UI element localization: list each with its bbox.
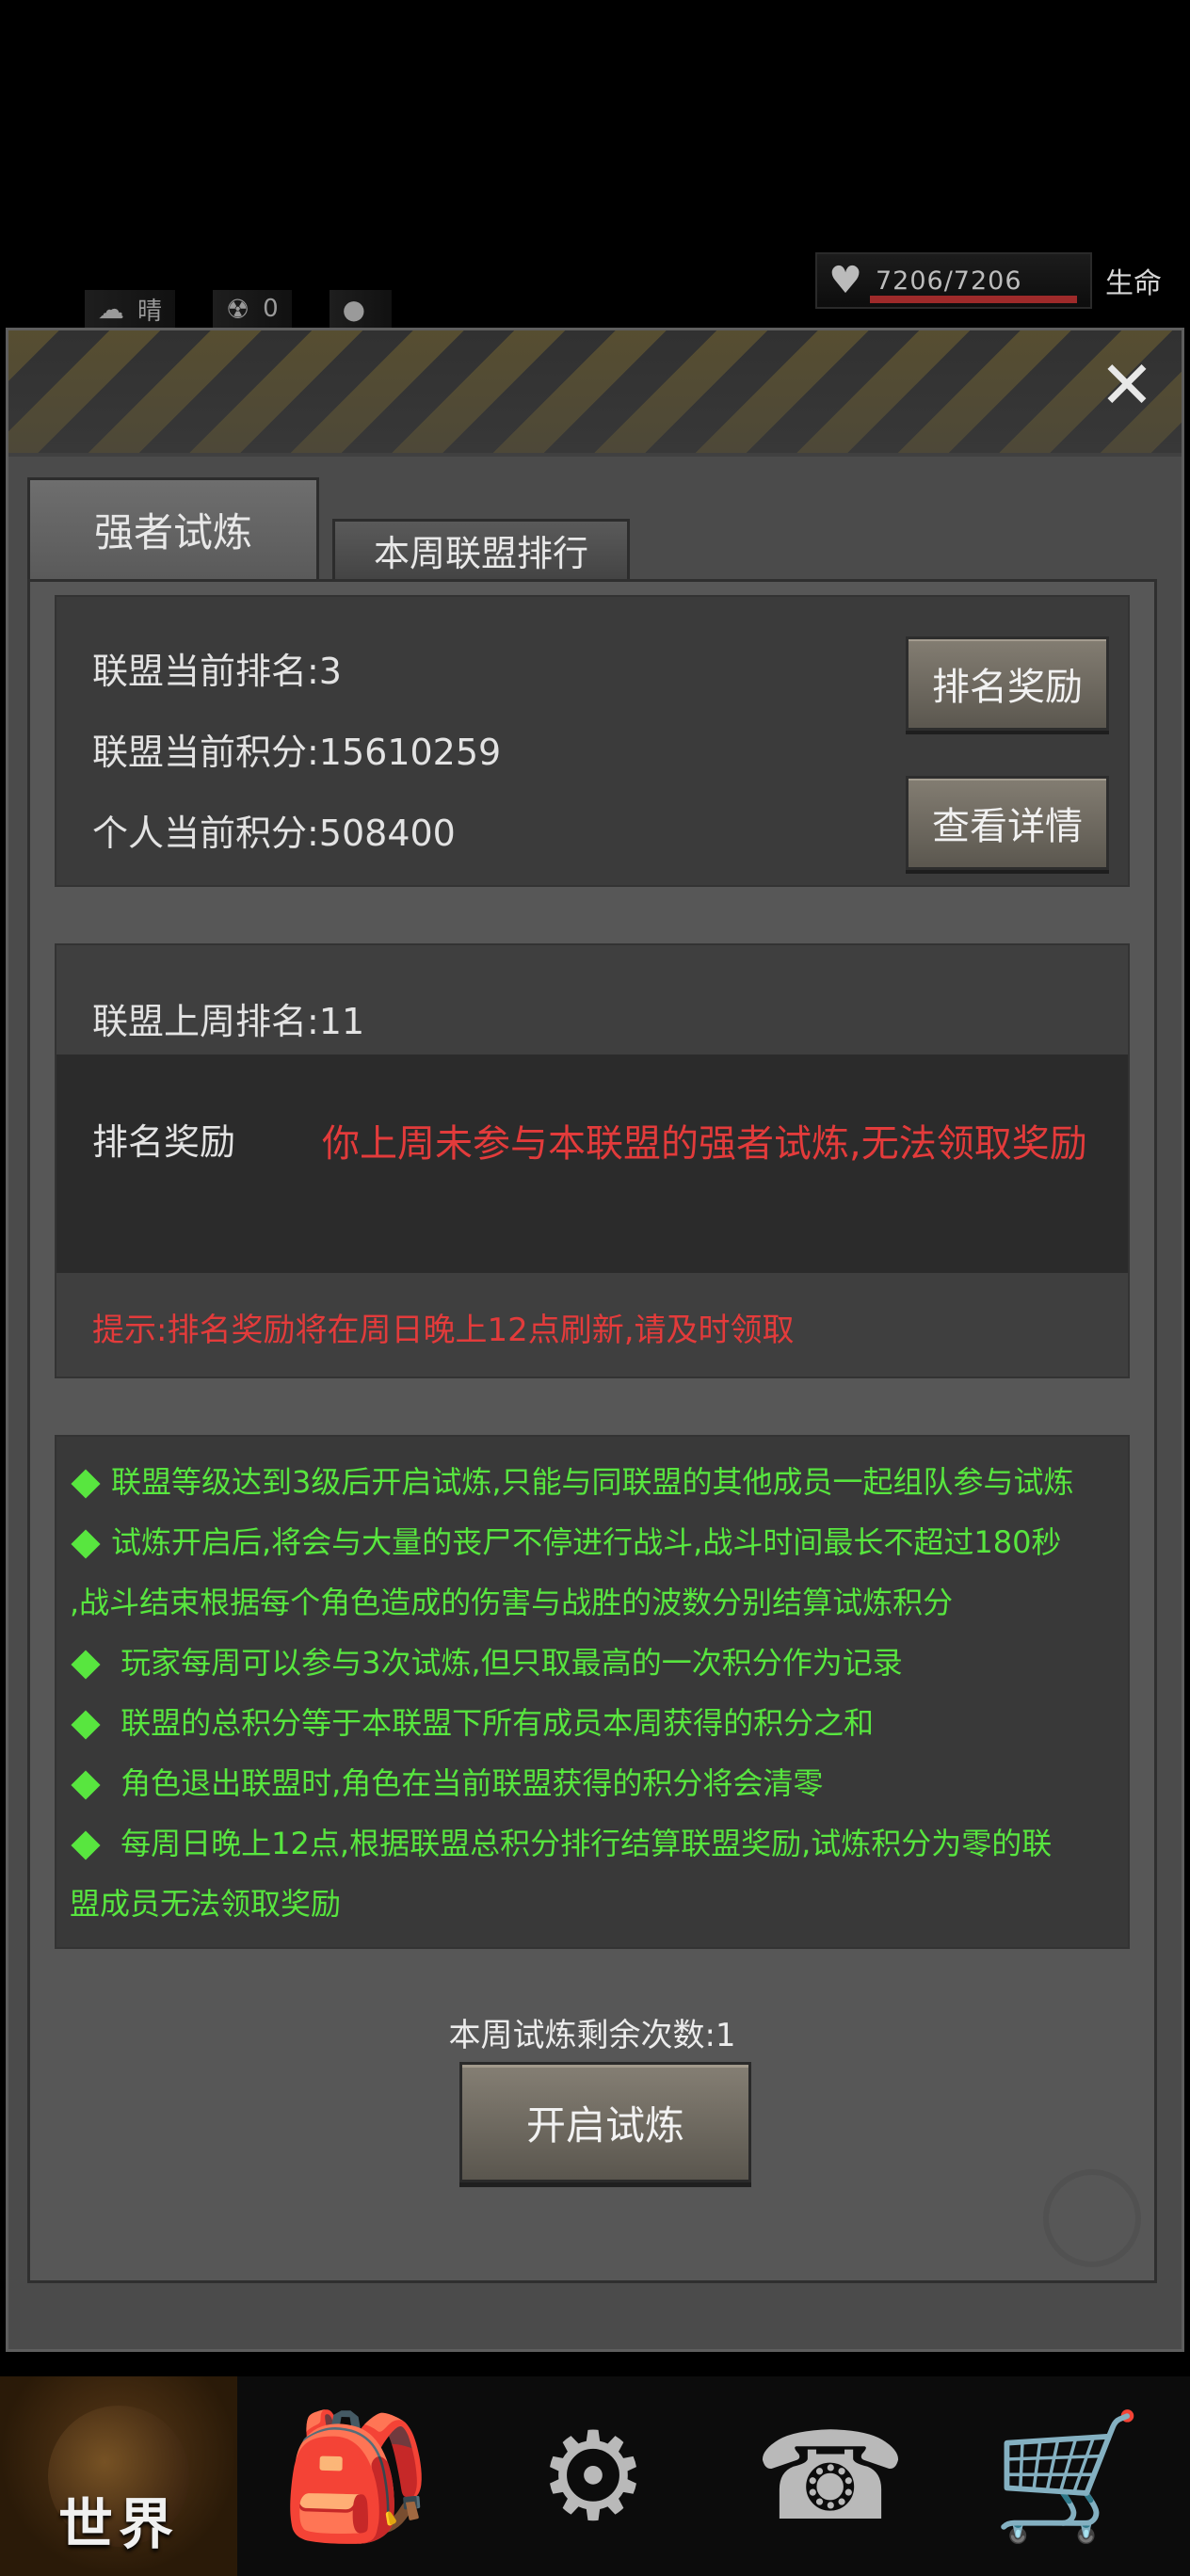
weather-status: ☁ 晴: [85, 290, 176, 328]
nav-world[interactable]: 世界: [0, 2376, 237, 2576]
reward-label: 排名奖励: [92, 1121, 236, 1163]
reward-message: 你上周未参与本联盟的强者试炼,无法领取奖励: [322, 1122, 1087, 1166]
rule-item: 角色退出联盟时,角色在当前联盟获得的积分将会清零: [66, 1757, 1118, 1810]
game-screen: ☁ 晴 ☢ 0 ● ♥ 7206/7206 生命 ✕ 强者试炼 本周联盟排行 联…: [0, 0, 1190, 2576]
rule-item-continued: 盟成员无法领取奖励: [70, 1886, 342, 1922]
trial-modal: ✕ 强者试炼 本周联盟排行 联盟当前排名:3 联盟当前积分:15610259 个…: [6, 328, 1184, 2352]
tab-panel: 联盟当前排名:3 联盟当前积分:15610259 个人当前积分:508400 排…: [27, 579, 1157, 2283]
rule-item-continued: ,战斗结束根据每个角色造成的伤害与战胜的波数分别结算试炼积分: [70, 1585, 954, 1620]
refresh-tip: 提示:排名奖励将在周日晚上12点刷新,请及时领取: [92, 1312, 795, 1349]
hp-bar-fill: [870, 296, 1077, 303]
tab-bar: 强者试炼 本周联盟排行: [27, 477, 630, 579]
rank-reward-button[interactable]: 排名奖励: [906, 636, 1109, 731]
hp-label: 生命: [1105, 267, 1162, 300]
weather-text: 晴: [137, 297, 163, 326]
alliance-score: 联盟当前积分:15610259: [92, 732, 502, 773]
diamond-bullet-icon: [71, 1710, 101, 1740]
rule-item: 联盟的总积分等于本联盟下所有成员本周获得的积分之和: [66, 1697, 1118, 1749]
remaining-attempts: 本周试炼剩余次数:1: [448, 2017, 736, 2054]
weather-icon: ☁: [98, 293, 124, 325]
nav-skills[interactable]: ⚙: [474, 2376, 712, 2576]
nav-shop[interactable]: 🛒: [949, 2376, 1186, 2576]
diamond-bullet-icon: [71, 1770, 101, 1800]
tab-weekly-ranking[interactable]: 本周联盟排行: [332, 519, 630, 579]
player-status: ●: [329, 290, 393, 328]
personal-score: 个人当前积分:508400: [92, 813, 456, 854]
radiation-icon: ☢: [226, 293, 250, 325]
current-summary: 联盟当前排名:3 联盟当前积分:15610259 个人当前积分:508400 排…: [55, 595, 1130, 887]
rules-box: 联盟等级达到3级后开启试炼,只能与同联盟的其他成员一起组队参与试炼 试炼开启后,…: [55, 1435, 1130, 1949]
nav-radio[interactable]: ☎: [712, 2376, 949, 2576]
status-strip: ☁ 晴 ☢ 0 ●: [85, 290, 860, 328]
radiation-text: 0: [263, 295, 279, 323]
bottom-nav: 世界 🎒 ⚙ ☎ 🛒: [0, 2376, 1190, 2576]
nav-world-label: 世界: [57, 2492, 179, 2556]
hp-area: ♥ 7206/7206 生命: [815, 252, 1162, 309]
tab-strong-trial[interactable]: 强者试炼: [27, 477, 319, 579]
diamond-bullet-icon: [71, 1650, 101, 1680]
close-icon[interactable]: ✕: [1097, 352, 1157, 418]
radio-icon: ☎: [754, 2405, 907, 2548]
rule-item: 每周日晚上12点,根据联盟总积分排行结算联盟奖励,试炼积分为零的联: [66, 1817, 1118, 1870]
person-icon: ●: [342, 293, 366, 325]
rule-item: 玩家每周可以参与3次试炼,但只取最高的一次积分作为记录: [66, 1636, 1118, 1689]
hp-bar: [870, 296, 1077, 303]
last-week-summary: 联盟上周排名:11 排名奖励 你上周未参与本联盟的强者试炼,无法领取奖励 提示:…: [55, 943, 1130, 1378]
diamond-bullet-icon: [71, 1469, 101, 1499]
hp-value: 7206/7206: [876, 266, 1022, 296]
radiation-status: ☢ 0: [213, 290, 292, 328]
alliance-rank: 联盟当前排名:3: [92, 651, 342, 692]
view-details-button[interactable]: 查看详情: [906, 776, 1109, 870]
start-trial-button[interactable]: 开启试炼: [459, 2062, 751, 2182]
diamond-bullet-icon: [71, 1529, 101, 1559]
last-week-rank: 联盟上周排名:11: [92, 1001, 365, 1042]
rule-item: 试炼开启后,将会与大量的丧尸不停进行战斗,战斗时间最长不超过180秒: [66, 1516, 1118, 1569]
radiation-emblem-icon: [1043, 2169, 1141, 2267]
diamond-bullet-icon: [71, 1830, 101, 1860]
reward-row: 排名奖励 你上周未参与本联盟的强者试炼,无法领取奖励: [56, 1055, 1128, 1273]
rule-item: 联盟等级达到3级后开启试炼,只能与同联盟的其他成员一起组队参与试炼: [66, 1456, 1118, 1508]
shopping-cart-icon: 🛒: [991, 2405, 1144, 2548]
heart-icon: ♥: [828, 259, 862, 302]
head-gears-icon: ⚙: [538, 2405, 649, 2548]
backpack-icon: 🎒: [280, 2405, 432, 2548]
hp-box: ♥ 7206/7206: [815, 252, 1092, 309]
nav-backpack[interactable]: 🎒: [237, 2376, 474, 2576]
